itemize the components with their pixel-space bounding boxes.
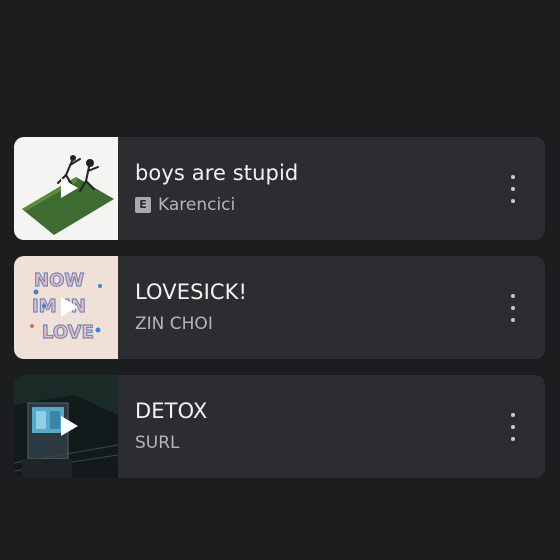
track-title: LOVESICK! — [135, 280, 248, 304]
track-title: boys are stupid — [135, 161, 299, 185]
svg-text:NOW: NOW — [34, 270, 84, 291]
track-row[interactable]: boys are stupid E Karencici — [14, 137, 545, 240]
track-artist: ZIN CHOI — [135, 314, 213, 334]
track-title: DETOX — [135, 399, 208, 423]
track-row[interactable]: DETOX SURL — [14, 375, 545, 478]
more-vert-icon[interactable] — [505, 175, 521, 203]
track-info: DETOX SURL — [118, 375, 545, 478]
track-subtitle: SURL — [135, 433, 545, 453]
album-thumbnail[interactable] — [14, 137, 118, 240]
track-row[interactable]: NOW IM IN LOVE LOVESICK! ZIN CHOI — [14, 256, 545, 359]
svg-text:LOVE: LOVE — [42, 322, 94, 343]
more-vert-icon[interactable] — [505, 413, 521, 441]
play-icon[interactable] — [58, 177, 80, 199]
play-icon[interactable] — [58, 296, 80, 318]
play-icon[interactable] — [58, 415, 80, 437]
track-info: LOVESICK! ZIN CHOI — [118, 256, 545, 359]
track-subtitle: ZIN CHOI — [135, 314, 545, 334]
album-thumbnail[interactable] — [14, 375, 118, 478]
explicit-badge: E — [135, 197, 151, 213]
track-info: boys are stupid E Karencici — [118, 137, 545, 240]
track-list: boys are stupid E Karencici NOW IM IN LO… — [14, 137, 545, 494]
track-artist: Karencici — [158, 195, 236, 215]
more-vert-icon[interactable] — [505, 294, 521, 322]
album-thumbnail[interactable]: NOW IM IN LOVE — [14, 256, 118, 359]
track-subtitle: E Karencici — [135, 195, 545, 215]
track-artist: SURL — [135, 433, 180, 453]
